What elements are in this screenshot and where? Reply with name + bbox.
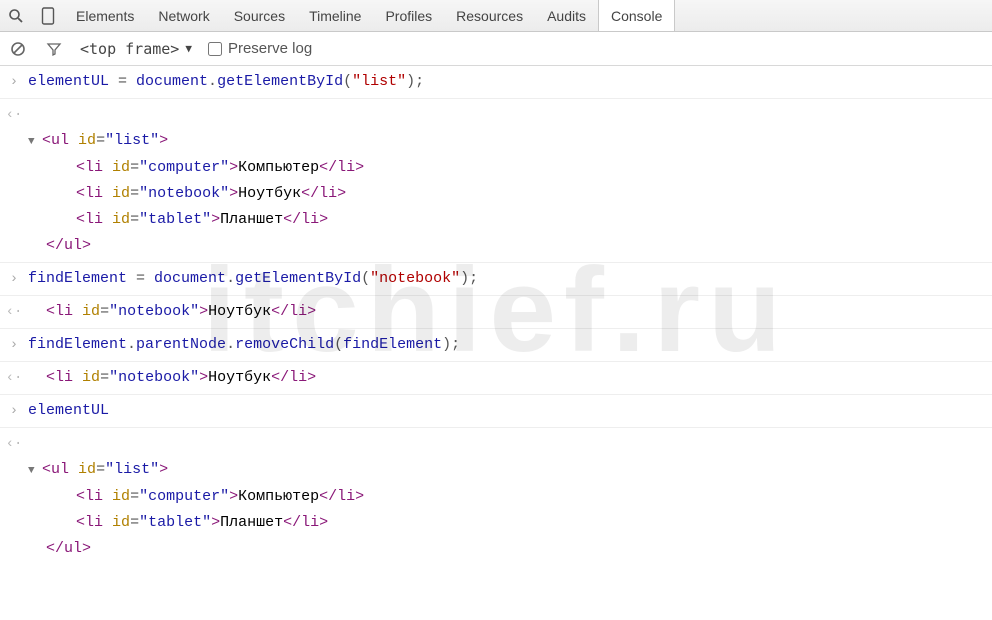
execution-context-select[interactable]: <top frame> ▼ — [80, 40, 192, 58]
console-input-row[interactable]: › elementUL = document.getElementById("l… — [0, 66, 992, 99]
console-element-tree: <li id="notebook">Ноутбук</li> — [28, 365, 992, 391]
output-marker-icon: ‹· — [0, 431, 28, 457]
console-code: elementUL — [28, 398, 992, 424]
tab-audits[interactable]: Audits — [535, 0, 598, 31]
execution-context-label: <top frame> — [80, 40, 179, 58]
console-output-row[interactable]: ‹· <li id="notebook">Ноутбук</li> — [0, 296, 992, 329]
console-element-tree: ▼<ul id="list"> <li id="computer">Компью… — [28, 102, 992, 259]
console-output-row[interactable]: ‹· ▼<ul id="list"> <li id="computer">Ком… — [0, 99, 992, 263]
output-marker-icon: ‹· — [0, 299, 28, 325]
console-output-row[interactable]: ‹· <li id="notebook">Ноутбук</li> — [0, 362, 992, 395]
tab-console[interactable]: Console — [598, 0, 675, 31]
input-marker-icon: › — [0, 398, 28, 424]
preserve-log-label: Preserve log — [228, 40, 312, 57]
preserve-log-toggle[interactable]: Preserve log — [208, 40, 312, 57]
console-toolbar: <top frame> ▼ Preserve log — [0, 32, 992, 66]
input-marker-icon: › — [0, 69, 28, 95]
tab-network[interactable]: Network — [146, 0, 221, 31]
tab-elements[interactable]: Elements — [64, 0, 146, 31]
device-icon[interactable] — [32, 0, 64, 31]
tab-profiles[interactable]: Profiles — [373, 0, 444, 31]
console-code: findElement.parentNode.removeChild(findE… — [28, 332, 992, 358]
input-marker-icon: › — [0, 332, 28, 358]
tab-timeline[interactable]: Timeline — [297, 0, 373, 31]
console-code: findElement = document.getElementById("n… — [28, 266, 992, 292]
console-output: › elementUL = document.getElementById("l… — [0, 66, 992, 565]
chevron-down-icon: ▼ — [185, 42, 192, 55]
tab-resources[interactable]: Resources — [444, 0, 535, 31]
console-output-row[interactable]: ‹· ▼<ul id="list"> <li id="computer">Ком… — [0, 428, 992, 565]
tab-sources[interactable]: Sources — [222, 0, 297, 31]
console-element-tree: ▼<ul id="list"> <li id="computer">Компью… — [28, 431, 992, 562]
output-marker-icon: ‹· — [0, 102, 28, 128]
console-input-row[interactable]: › elementUL — [0, 395, 992, 428]
console-input-row[interactable]: › findElement = document.getElementById(… — [0, 263, 992, 296]
input-marker-icon: › — [0, 266, 28, 292]
console-input-row[interactable]: › findElement.parentNode.removeChild(fin… — [0, 329, 992, 362]
clear-console-icon[interactable] — [8, 41, 28, 57]
preserve-log-checkbox[interactable] — [208, 42, 222, 56]
devtools-tabbar: Elements Network Sources Timeline Profil… — [0, 0, 992, 32]
output-marker-icon: ‹· — [0, 365, 28, 391]
disclosure-triangle-icon[interactable]: ▼ — [28, 129, 42, 155]
search-icon[interactable] — [0, 0, 32, 31]
filter-icon[interactable] — [44, 41, 64, 57]
console-code: elementUL = document.getElementById("lis… — [28, 69, 992, 95]
console-element-tree: <li id="notebook">Ноутбук</li> — [28, 299, 992, 325]
disclosure-triangle-icon[interactable]: ▼ — [28, 458, 42, 484]
